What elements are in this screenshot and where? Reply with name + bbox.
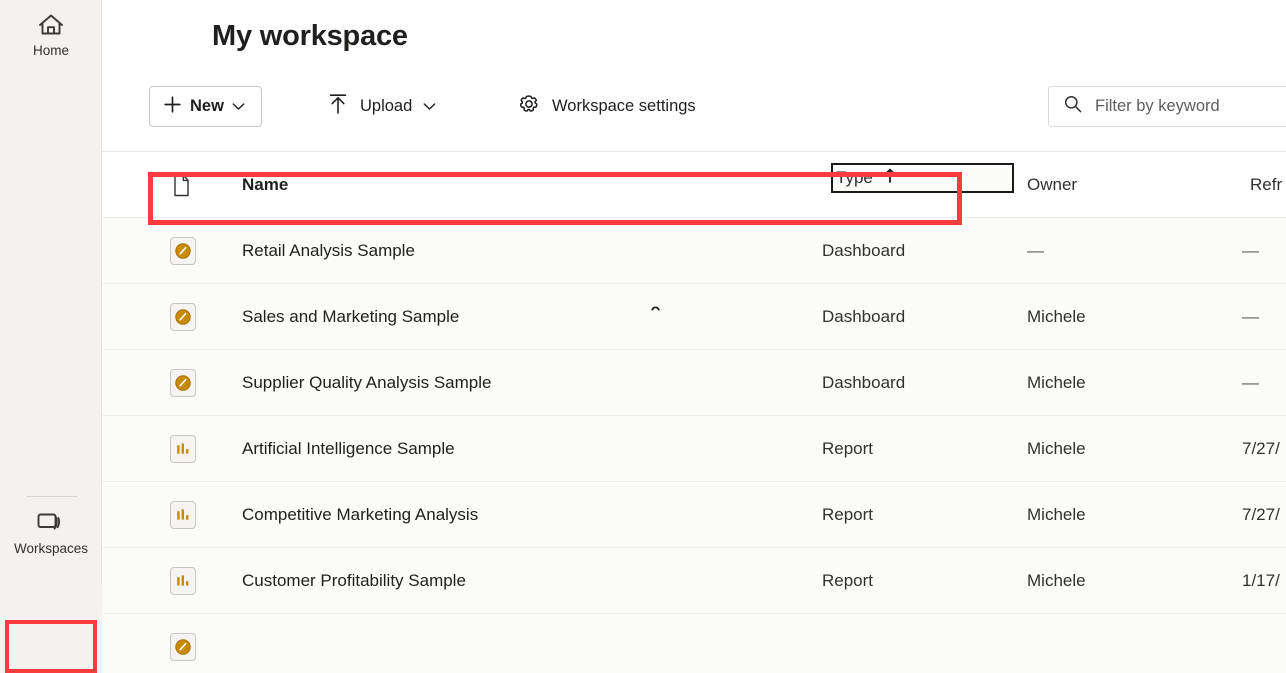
column-header-type-label: Type [836, 168, 873, 188]
row-type-icon [170, 482, 196, 548]
column-header-name[interactable]: Name [242, 152, 288, 218]
gear-icon [517, 92, 541, 121]
sidebar-item-workspaces-label: Workspaces [14, 541, 88, 557]
row-name[interactable]: Competitive Marketing Analysis [242, 482, 478, 548]
row-owner: Michele [1027, 548, 1086, 614]
search-input[interactable] [1095, 97, 1285, 116]
table-row[interactable]: Supplier Quality Analysis Sample Dashboa… [102, 350, 1286, 416]
chevron-down-icon [423, 98, 436, 116]
table-header-row: Name Type Owner Refr [102, 152, 1286, 218]
page-title: My workspace [212, 20, 408, 53]
column-header-refreshed[interactable]: Refr [1250, 152, 1282, 218]
report-icon [170, 567, 196, 595]
table-row[interactable]: Retail Analysis Sample Dashboard — — [102, 218, 1286, 284]
dashboard-icon [170, 369, 196, 397]
command-bar: New Upload [102, 80, 1286, 152]
upload-button[interactable]: Upload [327, 86, 436, 127]
row-type-icon [170, 350, 196, 416]
row-type-icon [170, 548, 196, 614]
row-type: Report [822, 482, 873, 548]
row-owner: — [1027, 218, 1044, 284]
row-name[interactable]: Supplier Quality Analysis Sample [242, 350, 491, 416]
row-owner: Michele [1027, 416, 1086, 482]
row-type: Dashboard [822, 350, 905, 416]
upload-arrow-icon [327, 92, 349, 121]
row-type-icon [170, 614, 196, 673]
workspaces-icon [34, 509, 68, 537]
chevron-down-icon [232, 98, 245, 116]
row-type: Dashboard [822, 284, 905, 350]
sidebar-item-home-label: Home [33, 43, 69, 59]
upload-button-label: Upload [360, 97, 412, 116]
home-icon [36, 11, 66, 39]
row-name[interactable]: Artificial Intelligence Sample [242, 416, 455, 482]
new-button-label: New [190, 97, 224, 116]
report-icon [170, 435, 196, 463]
row-refreshed: 1/17/ [1242, 548, 1280, 614]
sidebar-divider [26, 496, 78, 497]
row-owner: Michele [1027, 350, 1086, 416]
row-refreshed: — [1242, 350, 1259, 416]
new-button[interactable]: New [149, 86, 262, 127]
left-navigation-rail: Home Workspaces My workspace [0, 0, 102, 673]
row-name[interactable]: Customer Profitability Sample [242, 548, 466, 614]
table-row[interactable]: Customer Profitability Sample Report Mic… [102, 548, 1286, 614]
row-type: Report [822, 548, 873, 614]
items-table: Name Type Owner Refr [102, 152, 1286, 673]
row-type: Dashboard [822, 218, 905, 284]
row-type-icon [170, 218, 196, 284]
filter-search-box[interactable] [1048, 86, 1286, 127]
document-icon [172, 152, 191, 218]
row-refreshed: — [1242, 218, 1259, 284]
plus-icon [163, 95, 182, 119]
row-owner: Michele [1027, 284, 1086, 350]
table-row[interactable]: Competitive Marketing Analysis Report Mi… [102, 482, 1286, 548]
row-refreshed: 7/27/ [1242, 416, 1280, 482]
column-header-owner[interactable]: Owner [1027, 152, 1077, 218]
table-row[interactable] [102, 614, 1286, 673]
sidebar-item-home[interactable]: Home [0, 4, 102, 66]
cursor-caret-artifact [651, 298, 660, 304]
table-row[interactable]: Artificial Intelligence Sample Report Mi… [102, 416, 1286, 482]
workspace-settings-button[interactable]: Workspace settings [517, 86, 696, 127]
row-refreshed: 7/27/ [1242, 482, 1280, 548]
workspace-settings-label: Workspace settings [552, 97, 696, 116]
row-name[interactable]: Retail Analysis Sample [242, 218, 415, 284]
row-name[interactable]: Sales and Marketing Sample [242, 284, 459, 350]
dashboard-icon [170, 303, 196, 331]
dashboard-icon [170, 633, 196, 661]
power-bi-workspace-page: Home Workspaces My workspace My workspac… [0, 0, 1286, 673]
main-content: My workspace New [102, 0, 1286, 673]
row-type-icon [170, 284, 196, 350]
report-icon [170, 501, 196, 529]
search-icon [1063, 94, 1083, 119]
row-owner: Michele [1027, 482, 1086, 548]
row-type: Report [822, 416, 873, 482]
table-row[interactable]: Sales and Marketing Sample Dashboard Mic… [102, 284, 1286, 350]
row-type-icon [170, 416, 196, 482]
column-header-type[interactable]: Type [831, 163, 1014, 193]
sidebar-item-workspaces[interactable]: Workspaces [0, 500, 102, 566]
sort-ascending-arrow-icon [882, 167, 898, 189]
sidebar-item-my-workspace[interactable]: My workspace [0, 585, 102, 673]
dashboard-icon [170, 237, 196, 265]
row-refreshed: — [1242, 284, 1259, 350]
